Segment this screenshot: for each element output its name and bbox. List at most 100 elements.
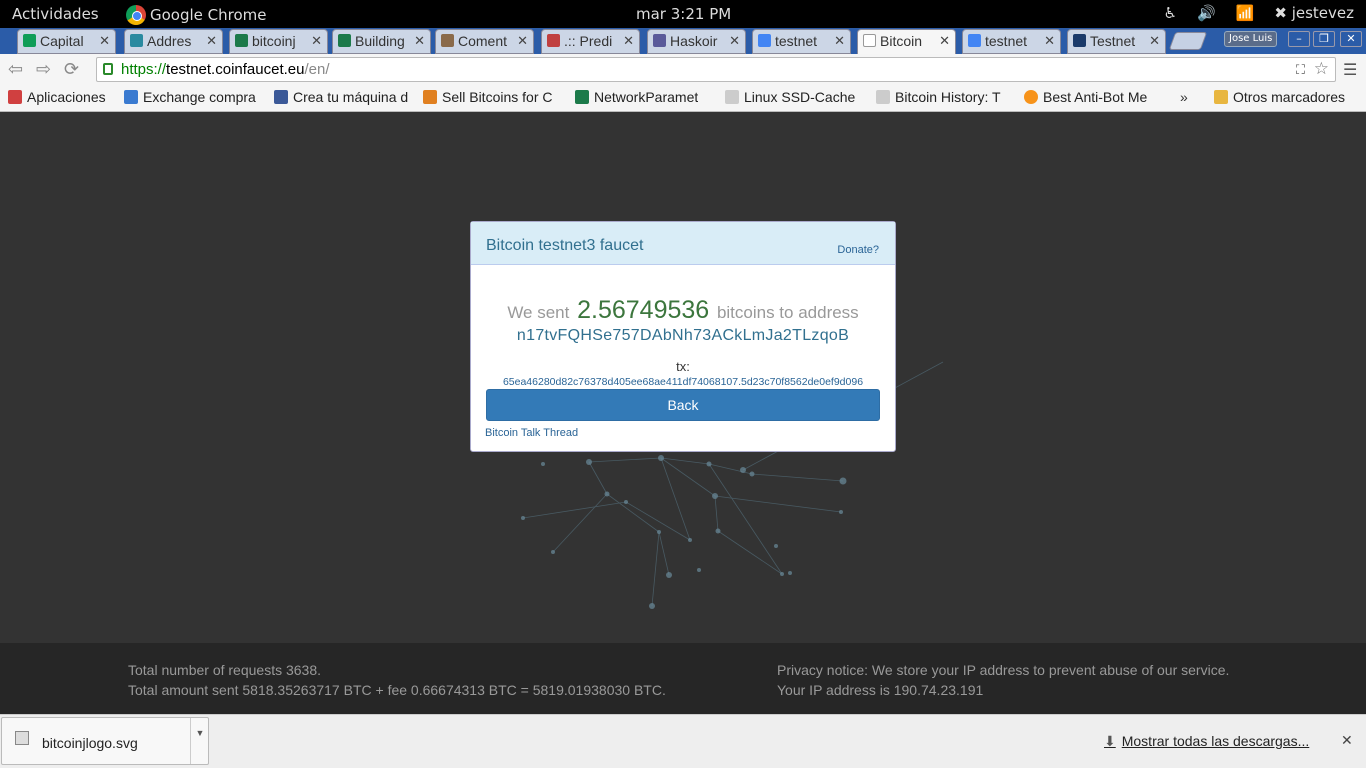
bookmark-favicon-icon [124,90,138,104]
tab-close-icon[interactable]: ✕ [99,30,110,52]
accessibility-icon[interactable]: ♿ [1164,4,1177,22]
app-menu[interactable]: Google Chrome [126,5,267,25]
bookmark-favicon-icon [575,90,589,104]
tab-favicon-icon [863,34,876,47]
image-file-icon [15,731,29,745]
tab-label: Capital [40,33,84,49]
tab-label: .:: Predi [564,33,613,49]
volume-icon[interactable]: 🔊 [1197,4,1216,22]
bookmark-label: Best Anti-Bot Me [1043,89,1148,105]
tab-favicon-icon [653,34,666,47]
donate-link[interactable]: Donate? [837,244,879,256]
tx-hash-link[interactable]: 65ea46280d82c76378d405ee68ae411df7406810… [471,376,895,388]
bookmark-label: Sell Bitcoins for C [442,89,553,105]
chevron-down-icon[interactable]: ▼ [190,718,209,764]
system-tray: ♿ 🔊 📶 ✖ jestevez [1164,4,1355,22]
page-footer: Total number of requests 3638. Total amo… [0,643,1366,714]
maximize-icon[interactable]: ❐ [1313,31,1335,47]
show-all-downloads-link[interactable]: ⬇ Mostrar todas las descargas... [1104,733,1309,750]
profile-badge[interactable]: Jose Luis [1224,31,1278,47]
tab-11[interactable]: Testnet ✕ [1067,29,1166,54]
tab-close-icon[interactable]: ✕ [834,30,845,52]
star-icon[interactable]: ☆ [1314,57,1329,80]
tab-6[interactable]: .:: Predi ✕ [541,29,640,54]
bookmark-item[interactable]: Exchange compra [124,89,256,105]
other-bookmarks[interactable]: Otros marcadores [1214,89,1345,105]
bookmark-item[interactable]: Aplicaciones [8,89,106,105]
footer-privacy: Privacy notice: We store your IP address… [777,660,1229,700]
tab-close-icon[interactable]: ✕ [311,30,322,52]
tab-close-icon[interactable]: ✕ [517,30,528,52]
tab-close-icon[interactable]: ✕ [206,30,217,52]
tab-favicon-icon [968,34,981,47]
tab-2[interactable]: Addres ✕ [124,29,223,54]
url-host: testnet.coinfaucet.eu [166,61,305,78]
download-icon: ⬇ [1104,733,1116,749]
tab-label: Addres [147,33,192,49]
forward-icon[interactable]: ⇨ [36,59,51,80]
downloads-shelf: bitcoinjlogo.svg ▼ ⬇ Mostrar todas las d… [0,714,1366,768]
back-button[interactable]: Back [486,389,880,421]
apps-icon [8,90,22,104]
bookmark-item[interactable]: Bitcoin History: T [876,89,1001,105]
bookmark-favicon-icon [1024,90,1038,104]
address-bar[interactable]: https://testnet.coinfaucet.eu/en/ ⛶ ☆ [96,57,1336,82]
bookmarks-overflow-button[interactable]: » [1180,89,1188,105]
url-path: /en/ [304,61,330,78]
close-window-icon[interactable]: ✕ [1340,31,1362,47]
reload-icon[interactable]: ⟳ [64,59,79,80]
url-scheme: https:// [121,61,167,78]
total-requests: Total number of requests 3638. [128,662,322,678]
tab-favicon-icon [758,34,771,47]
bookmark-item[interactable]: NetworkParamet [575,89,698,105]
bookmark-item[interactable]: Best Anti-Bot Me [1024,89,1147,105]
panel-body: We sent 2.56749536 bitcoins to address n… [471,296,895,388]
bookmark-item[interactable]: Crea tu máquina d [274,89,408,105]
tab-close-icon[interactable]: ✕ [1044,30,1055,52]
tab-label: Testnet [1090,33,1136,49]
download-item[interactable]: bitcoinjlogo.svg ▼ [1,717,209,765]
tab-10[interactable]: testnet ✕ [962,29,1061,54]
new-tab-button[interactable] [1168,32,1208,50]
tab-close-icon[interactable]: ✕ [1149,30,1160,52]
tab-1[interactable]: Capital ✕ [17,29,116,54]
menu-icon[interactable]: ☰ [1343,60,1357,79]
clock[interactable]: mar 3:21 PM [636,5,731,23]
tab-8[interactable]: testnet ✕ [752,29,851,54]
bookmark-label: Linux SSD-Cache [744,89,856,105]
minimize-icon[interactable]: – [1288,31,1310,47]
bookmarks-bar: » Otros marcadores Aplicaciones Exchange … [0,84,1366,112]
bitcoin-talk-thread-link[interactable]: Bitcoin Talk Thread [485,427,578,439]
user-icon: ✖ [1274,4,1287,22]
tab-5[interactable]: Coment ✕ [435,29,534,54]
download-filename: bitcoinjlogo.svg [42,735,138,751]
user-menu[interactable]: ✖ jestevez [1274,4,1354,22]
gnome-top-bar: Actividades Google Chrome mar 3:21 PM ♿ … [0,0,1366,28]
recipient-address[interactable]: n17tvFQHSe757DAbNh73ACkLmJa2TLzqoB [471,327,895,345]
wifi-icon[interactable]: 📶 [1236,4,1255,22]
translate-icon[interactable]: ⛶ [1296,58,1305,81]
tab-close-icon[interactable]: ✕ [939,30,950,52]
folder-icon [1214,90,1228,104]
tab-close-icon[interactable]: ✕ [414,30,425,52]
user-name: jestevez [1291,4,1354,22]
total-amount-sent: Total amount sent 5818.35263717 BTC + fe… [128,682,666,698]
bookmark-label: NetworkParamet [594,89,699,105]
tab-favicon-icon [130,34,143,47]
bookmark-item[interactable]: Linux SSD-Cache [725,89,855,105]
tab-strip: Capital ✕ Addres ✕ bitcoinj ✕ Building ✕ Coment ✕… [0,28,1366,54]
back-icon[interactable]: ⇦ [8,59,23,80]
bookmark-item[interactable]: Sell Bitcoins for C [423,89,552,105]
app-name: Google Chrome [150,6,267,24]
close-icon[interactable]: ✕ [1341,732,1353,749]
tab-3[interactable]: bitcoinj ✕ [229,29,328,54]
tab-label: Building [355,33,405,49]
tab-9[interactable]: Bitcoin ✕ [857,29,956,54]
chrome-icon [126,5,146,25]
tab-close-icon[interactable]: ✕ [623,30,634,52]
tab-4[interactable]: Building ✕ [332,29,431,54]
tab-7[interactable]: Haskoir ✕ [647,29,746,54]
activities-button[interactable]: Actividades [12,5,99,23]
tab-label: testnet [775,33,818,49]
tab-close-icon[interactable]: ✕ [729,30,740,52]
